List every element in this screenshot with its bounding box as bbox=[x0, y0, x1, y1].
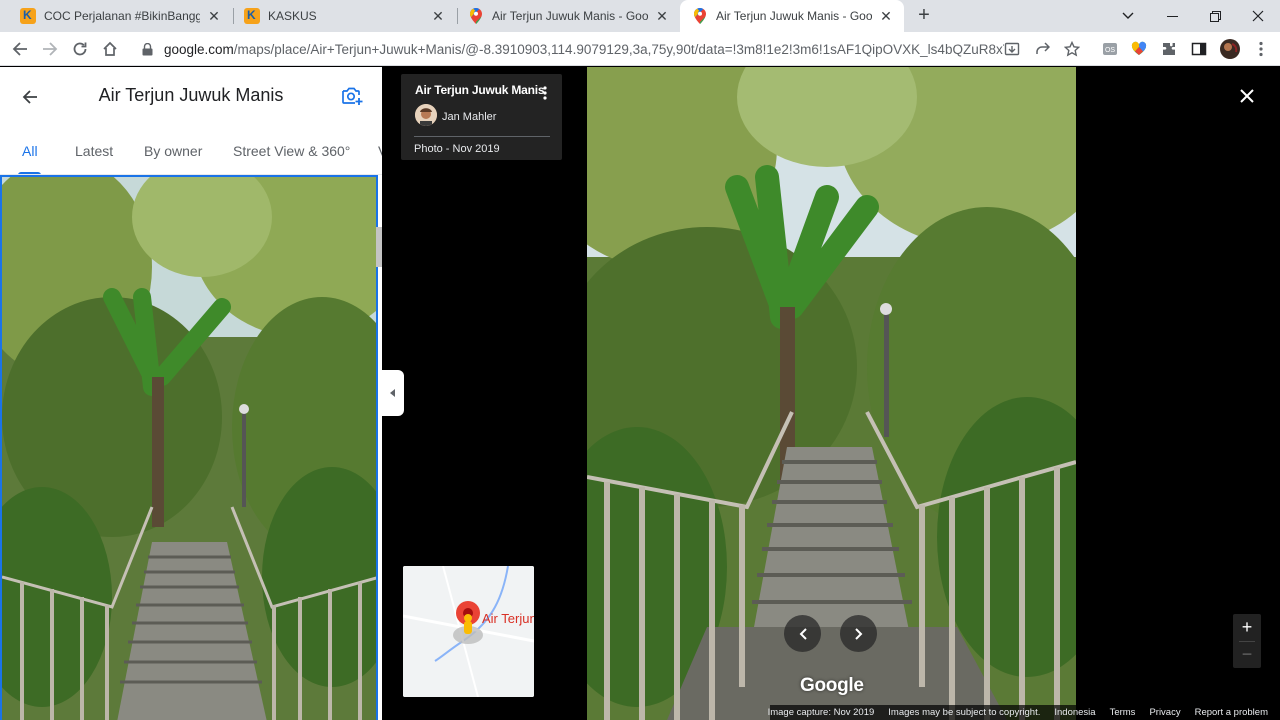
previous-photo-button[interactable] bbox=[784, 615, 821, 652]
home-icon[interactable] bbox=[98, 37, 122, 61]
tab-title: Air Terjun Juwuk Manis - Google bbox=[492, 9, 648, 23]
google-logo: Google bbox=[800, 675, 864, 696]
extension-heart-icon[interactable] bbox=[1127, 37, 1151, 61]
kaskus-icon bbox=[244, 8, 260, 24]
close-tab-icon[interactable]: ✕ bbox=[654, 8, 670, 24]
svg-text:OS: OS bbox=[1105, 47, 1115, 54]
zoom-out-button[interactable]: − bbox=[1233, 641, 1261, 668]
info-place-name[interactable]: Air Terjun Juwuk Manis bbox=[415, 83, 545, 97]
add-photo-icon[interactable] bbox=[340, 84, 364, 108]
side-panel-icon[interactable] bbox=[1187, 37, 1211, 61]
collapse-panel-button[interactable] bbox=[382, 370, 404, 416]
minimap[interactable]: Air Terjun Juwuk Manis bbox=[403, 566, 534, 697]
tab-street-view[interactable]: Street View & 360° bbox=[233, 143, 350, 159]
chrome-menu-icon[interactable] bbox=[1249, 37, 1273, 61]
place-title: Air Terjun Juwuk Manis bbox=[98, 85, 284, 105]
google-maps-pin-icon bbox=[692, 8, 708, 24]
kaskus-icon bbox=[20, 8, 36, 24]
more-options-icon[interactable] bbox=[539, 84, 551, 102]
terms-link[interactable]: Terms bbox=[1110, 707, 1136, 718]
country-label[interactable]: Indonesia bbox=[1054, 707, 1095, 718]
lock-icon[interactable] bbox=[142, 42, 156, 56]
url-path: /maps/place/Air+Terjun+Juwuk+Manis/@-8.3… bbox=[233, 41, 1004, 57]
browser-tab[interactable]: KASKUS ✕ bbox=[232, 0, 456, 32]
share-icon[interactable] bbox=[1030, 37, 1054, 61]
main-photo[interactable] bbox=[587, 67, 1076, 720]
url-text: google.com/maps/place/Air+Terjun+Juwuk+M… bbox=[164, 42, 1004, 57]
map-footer: Image capture: Nov 2019 Images may be su… bbox=[767, 705, 1280, 720]
selected-photo-thumbnail[interactable] bbox=[0, 175, 378, 720]
google-maps-pin-icon bbox=[468, 8, 484, 24]
close-tab-icon[interactable]: ✕ bbox=[430, 8, 446, 24]
photo-date: Photo - Nov 2019 bbox=[414, 143, 500, 155]
photo-filter-tabs: All Latest By owner Street View & 360° V bbox=[0, 127, 382, 175]
profile-avatar[interactable] bbox=[1218, 37, 1242, 61]
browser-tabstrip: COC Perjalanan #BikinBanggaInd ✕ KASKUS … bbox=[0, 0, 1280, 32]
url-host: google.com bbox=[164, 41, 234, 57]
minimize-button[interactable] bbox=[1150, 0, 1194, 32]
photo-info-card: Air Terjun Juwuk Manis Jan Mahler Photo … bbox=[401, 74, 562, 160]
tab-title: COC Perjalanan #BikinBanggaInd bbox=[44, 9, 200, 23]
photos-panel-header: Air Terjun Juwuk Manis bbox=[0, 67, 382, 127]
close-tab-icon[interactable]: ✕ bbox=[878, 8, 894, 24]
close-viewer-icon[interactable] bbox=[1236, 85, 1258, 107]
author-avatar[interactable] bbox=[415, 104, 437, 126]
author-name[interactable]: Jan Mahler bbox=[442, 111, 496, 123]
tab-title: KASKUS bbox=[268, 9, 317, 23]
photo-viewer: Air Terjun Juwuk Manis Jan Mahler Photo … bbox=[382, 67, 1280, 720]
tab-title: Air Terjun Juwuk Manis - Google bbox=[716, 9, 872, 23]
restore-button[interactable] bbox=[1193, 0, 1237, 32]
tab-all[interactable]: All bbox=[22, 143, 38, 159]
photos-panel: Air Terjun Juwuk Manis All Latest By own… bbox=[0, 67, 382, 720]
extensions-puzzle-icon[interactable] bbox=[1157, 37, 1181, 61]
zoom-control: + − bbox=[1233, 614, 1261, 668]
next-photo-button[interactable] bbox=[840, 615, 877, 652]
copyright-notice: Images may be subject to copyright. bbox=[888, 707, 1041, 718]
zoom-in-button[interactable]: + bbox=[1233, 614, 1261, 641]
browser-tab[interactable]: COC Perjalanan #BikinBanggaInd ✕ bbox=[8, 0, 232, 32]
image-capture-date: Image capture: Nov 2019 bbox=[767, 707, 875, 718]
divider bbox=[414, 136, 550, 137]
new-tab-button[interactable]: + bbox=[914, 5, 934, 26]
report-problem-link[interactable]: Report a problem bbox=[1195, 707, 1268, 718]
extension-os-icon[interactable]: OS bbox=[1098, 37, 1122, 61]
browser-tab-active[interactable]: Air Terjun Juwuk Manis - Google ✕ bbox=[680, 0, 904, 32]
install-app-icon[interactable] bbox=[1000, 37, 1024, 61]
privacy-link[interactable]: Privacy bbox=[1149, 707, 1180, 718]
minimap-place-label: Air Terjun Juwuk Manis bbox=[482, 611, 534, 626]
tab-search-chevron-icon[interactable] bbox=[1106, 0, 1150, 32]
reload-icon[interactable] bbox=[68, 37, 92, 61]
browser-tab[interactable]: Air Terjun Juwuk Manis - Google ✕ bbox=[456, 0, 680, 32]
close-window-button[interactable] bbox=[1236, 0, 1280, 32]
address-bar[interactable]: google.com/maps/place/Air+Terjun+Juwuk+M… bbox=[130, 35, 1090, 63]
tab-by-owner[interactable]: By owner bbox=[144, 143, 202, 159]
back-arrow-icon[interactable] bbox=[8, 37, 32, 61]
browser-toolbar: google.com/maps/place/Air+Terjun+Juwuk+M… bbox=[0, 32, 1280, 66]
tab-latest[interactable]: Latest bbox=[75, 143, 113, 159]
forward-arrow-icon[interactable] bbox=[38, 37, 62, 61]
close-tab-icon[interactable]: ✕ bbox=[206, 8, 222, 24]
bookmark-star-icon[interactable] bbox=[1060, 37, 1084, 61]
